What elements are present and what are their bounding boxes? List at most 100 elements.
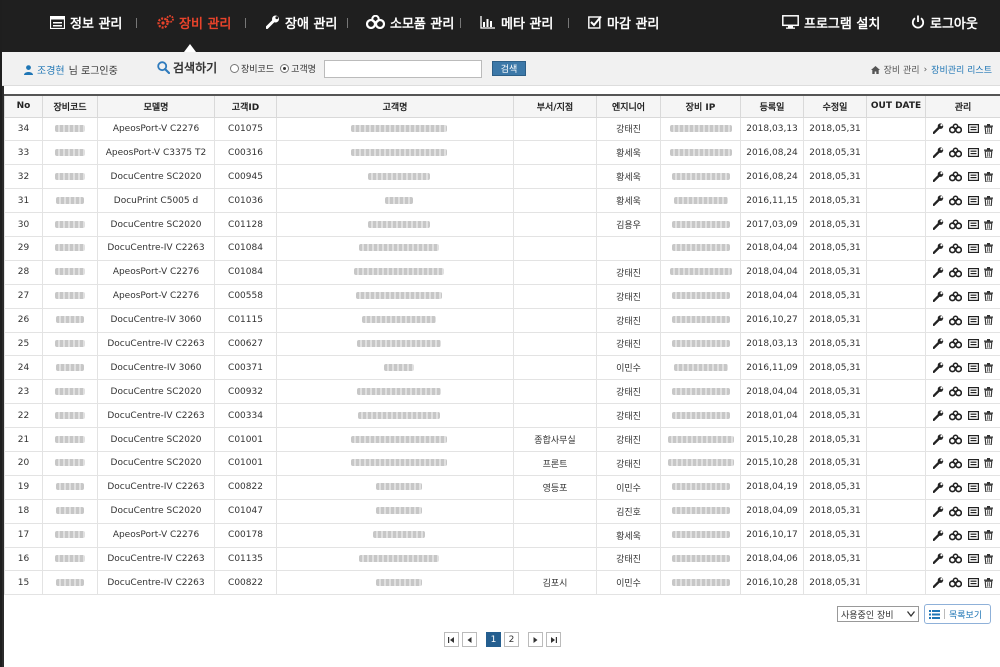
detail-card-icon[interactable]	[967, 267, 979, 277]
wrench-icon[interactable]	[932, 291, 944, 302]
cell-customer-name[interactable]	[276, 140, 514, 166]
table-row[interactable]: 16 DocuCentre-IV C2263 C01135 강태진 2018,04,06…	[4, 546, 1000, 572]
wrench-icon[interactable]	[932, 506, 944, 517]
cell-customer-name[interactable]	[276, 307, 514, 333]
cogs-icon[interactable]	[949, 530, 963, 541]
cell-customer-name[interactable]	[276, 283, 514, 309]
cogs-icon[interactable]	[949, 410, 963, 421]
last-page-button[interactable]	[546, 632, 561, 647]
cogs-icon[interactable]	[949, 267, 963, 278]
wrench-icon[interactable]	[932, 171, 944, 183]
table-row[interactable]: 34 ApeosPort-V C2276 C01075 강태진 2018,03,13 20…	[4, 116, 1000, 142]
cell-customer-name[interactable]	[276, 427, 514, 452]
prev-page-button[interactable]	[462, 632, 477, 647]
wrench-icon[interactable]	[932, 195, 944, 207]
table-row[interactable]: 20 DocuCentre SC2020 C01001 프론트 강태진 2015,10,2…	[4, 450, 1000, 476]
table-row[interactable]: 22 DocuCentre-IV C2263 C00334 강태진 2018,01,04…	[4, 403, 1000, 429]
radio-dot-selected[interactable]	[280, 64, 290, 73]
wrench-icon[interactable]	[932, 362, 944, 374]
table-row[interactable]: 17 ApeosPort-V C2276 C00178 황세욱 2016,10,17 20…	[4, 522, 1000, 548]
trash-icon[interactable]	[984, 506, 994, 517]
detail-card-icon[interactable]	[967, 291, 979, 301]
detail-card-icon[interactable]	[967, 578, 979, 588]
table-row[interactable]: 25 DocuCentre-IV C2263 C00627 강태진 2018,03,13…	[4, 331, 1000, 357]
nav-item-closing[interactable]: 마감 관리	[588, 13, 659, 32]
column-header[interactable]: 고객명	[276, 94, 514, 118]
trash-icon[interactable]	[984, 530, 994, 541]
column-header[interactable]: 부서/지점	[513, 94, 597, 118]
cell-customer-name[interactable]	[276, 474, 514, 500]
logout-button[interactable]: 로그아웃	[911, 13, 978, 32]
cogs-icon[interactable]	[949, 458, 963, 469]
column-header[interactable]: 장비 IP	[660, 94, 741, 118]
detail-card-icon[interactable]	[967, 243, 979, 253]
table-row[interactable]: 19 DocuCentre-IV C2263 C00822 영등포 이민수 2018,04…	[4, 474, 1000, 500]
cogs-icon[interactable]	[949, 243, 963, 254]
column-header[interactable]: 장비코드	[42, 94, 98, 118]
cogs-icon[interactable]	[949, 386, 963, 397]
radio-customer-name[interactable]: 고객명	[280, 62, 316, 75]
nav-item-meta[interactable]: 메타 관리	[480, 13, 553, 32]
trash-icon[interactable]	[984, 147, 994, 158]
cell-customer-name[interactable]	[276, 450, 514, 476]
breadcrumb-home[interactable]: 장비 관리	[884, 63, 920, 76]
nav-item-equipment[interactable]: 장비 관리	[157, 13, 231, 32]
table-row[interactable]: 28 ApeosPort-V C2276 C01084 강태진 2018,04,04 20…	[4, 259, 1000, 285]
cogs-icon[interactable]	[949, 338, 963, 349]
cell-customer-name[interactable]	[276, 188, 514, 214]
trash-icon[interactable]	[984, 434, 994, 445]
column-header[interactable]: 수정일	[803, 94, 867, 118]
cell-customer-name[interactable]	[276, 522, 514, 548]
column-header[interactable]: No	[4, 94, 43, 118]
cell-customer-name[interactable]	[276, 116, 514, 142]
table-row[interactable]: 27 ApeosPort-V C2276 C00558 강태진 2018,04,04 20…	[4, 283, 1000, 309]
detail-card-icon[interactable]	[967, 530, 979, 540]
cogs-icon[interactable]	[949, 482, 963, 493]
trash-icon[interactable]	[984, 386, 994, 397]
trash-icon[interactable]	[984, 577, 994, 588]
first-page-button[interactable]	[444, 632, 459, 647]
detail-card-icon[interactable]	[967, 220, 979, 229]
cogs-icon[interactable]	[949, 291, 963, 302]
cogs-icon[interactable]	[949, 219, 963, 230]
install-program-button[interactable]: 프로그램 설치	[782, 13, 880, 32]
cogs-icon[interactable]	[949, 434, 963, 445]
equipment-status-select[interactable]: 사용중인 장비	[837, 606, 919, 622]
search-input[interactable]	[324, 60, 482, 78]
trash-icon[interactable]	[984, 315, 994, 326]
trash-icon[interactable]	[984, 195, 994, 206]
trash-icon[interactable]	[984, 267, 994, 278]
cell-customer-name[interactable]	[276, 570, 514, 596]
wrench-icon[interactable]	[932, 529, 944, 541]
detail-card-icon[interactable]	[967, 172, 979, 182]
cell-customer-name[interactable]	[276, 212, 514, 237]
cell-customer-name[interactable]	[276, 331, 514, 357]
cogs-icon[interactable]	[949, 553, 963, 564]
wrench-icon[interactable]	[932, 219, 944, 230]
cell-customer-name[interactable]	[276, 235, 514, 261]
detail-card-icon[interactable]	[967, 435, 979, 445]
detail-card-icon[interactable]	[967, 506, 979, 516]
detail-card-icon[interactable]	[967, 339, 979, 349]
cogs-icon[interactable]	[949, 315, 963, 326]
trash-icon[interactable]	[984, 482, 994, 493]
wrench-icon[interactable]	[932, 458, 944, 469]
cogs-icon[interactable]	[949, 171, 963, 182]
detail-card-icon[interactable]	[967, 196, 979, 206]
cogs-icon[interactable]	[949, 123, 963, 134]
cell-customer-name[interactable]	[276, 546, 514, 572]
wrench-icon[interactable]	[932, 314, 944, 326]
detail-card-icon[interactable]	[967, 387, 979, 397]
page-button-1[interactable]: 1	[486, 632, 501, 647]
detail-card-icon[interactable]	[967, 124, 979, 134]
detail-card-icon[interactable]	[967, 411, 979, 421]
radio-equipment-code[interactable]: 장비코드	[230, 62, 274, 75]
wrench-icon[interactable]	[932, 386, 944, 398]
cell-customer-name[interactable]	[276, 498, 514, 524]
column-header[interactable]: 고객ID	[214, 94, 277, 118]
cogs-icon[interactable]	[949, 147, 963, 158]
detail-card-icon[interactable]	[967, 315, 979, 325]
trash-icon[interactable]	[984, 458, 994, 469]
radio-dot[interactable]	[230, 64, 239, 73]
nav-item-supplies[interactable]: 소모품 관리	[366, 13, 454, 32]
